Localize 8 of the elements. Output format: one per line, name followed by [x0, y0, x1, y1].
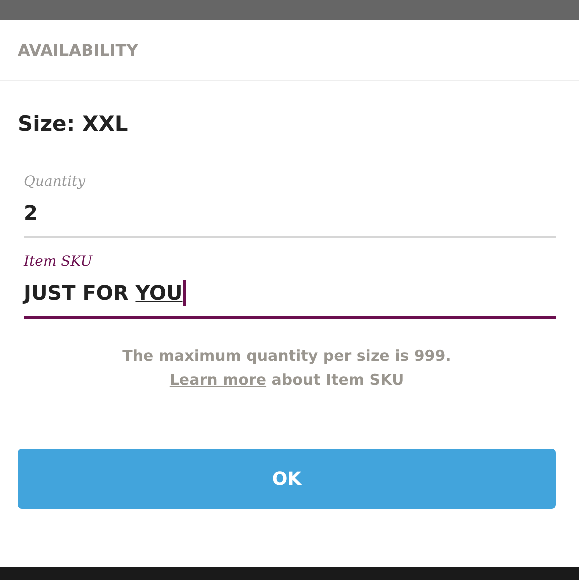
- dialog-title: AVAILABILITY: [18, 40, 138, 60]
- help-text: Learn more about Item SKU: [170, 371, 404, 389]
- help-text: The maximum quantity per size is 999.: [122, 347, 452, 365]
- size-label: Size: XXL: [18, 112, 128, 136]
- input-field[interactable]: JUST FOR YOU: [24, 270, 556, 319]
- input-field[interactable]: 2: [24, 190, 556, 238]
- field-label: Quantity: [24, 174, 86, 190]
- field-label: Item SKU: [24, 254, 93, 270]
